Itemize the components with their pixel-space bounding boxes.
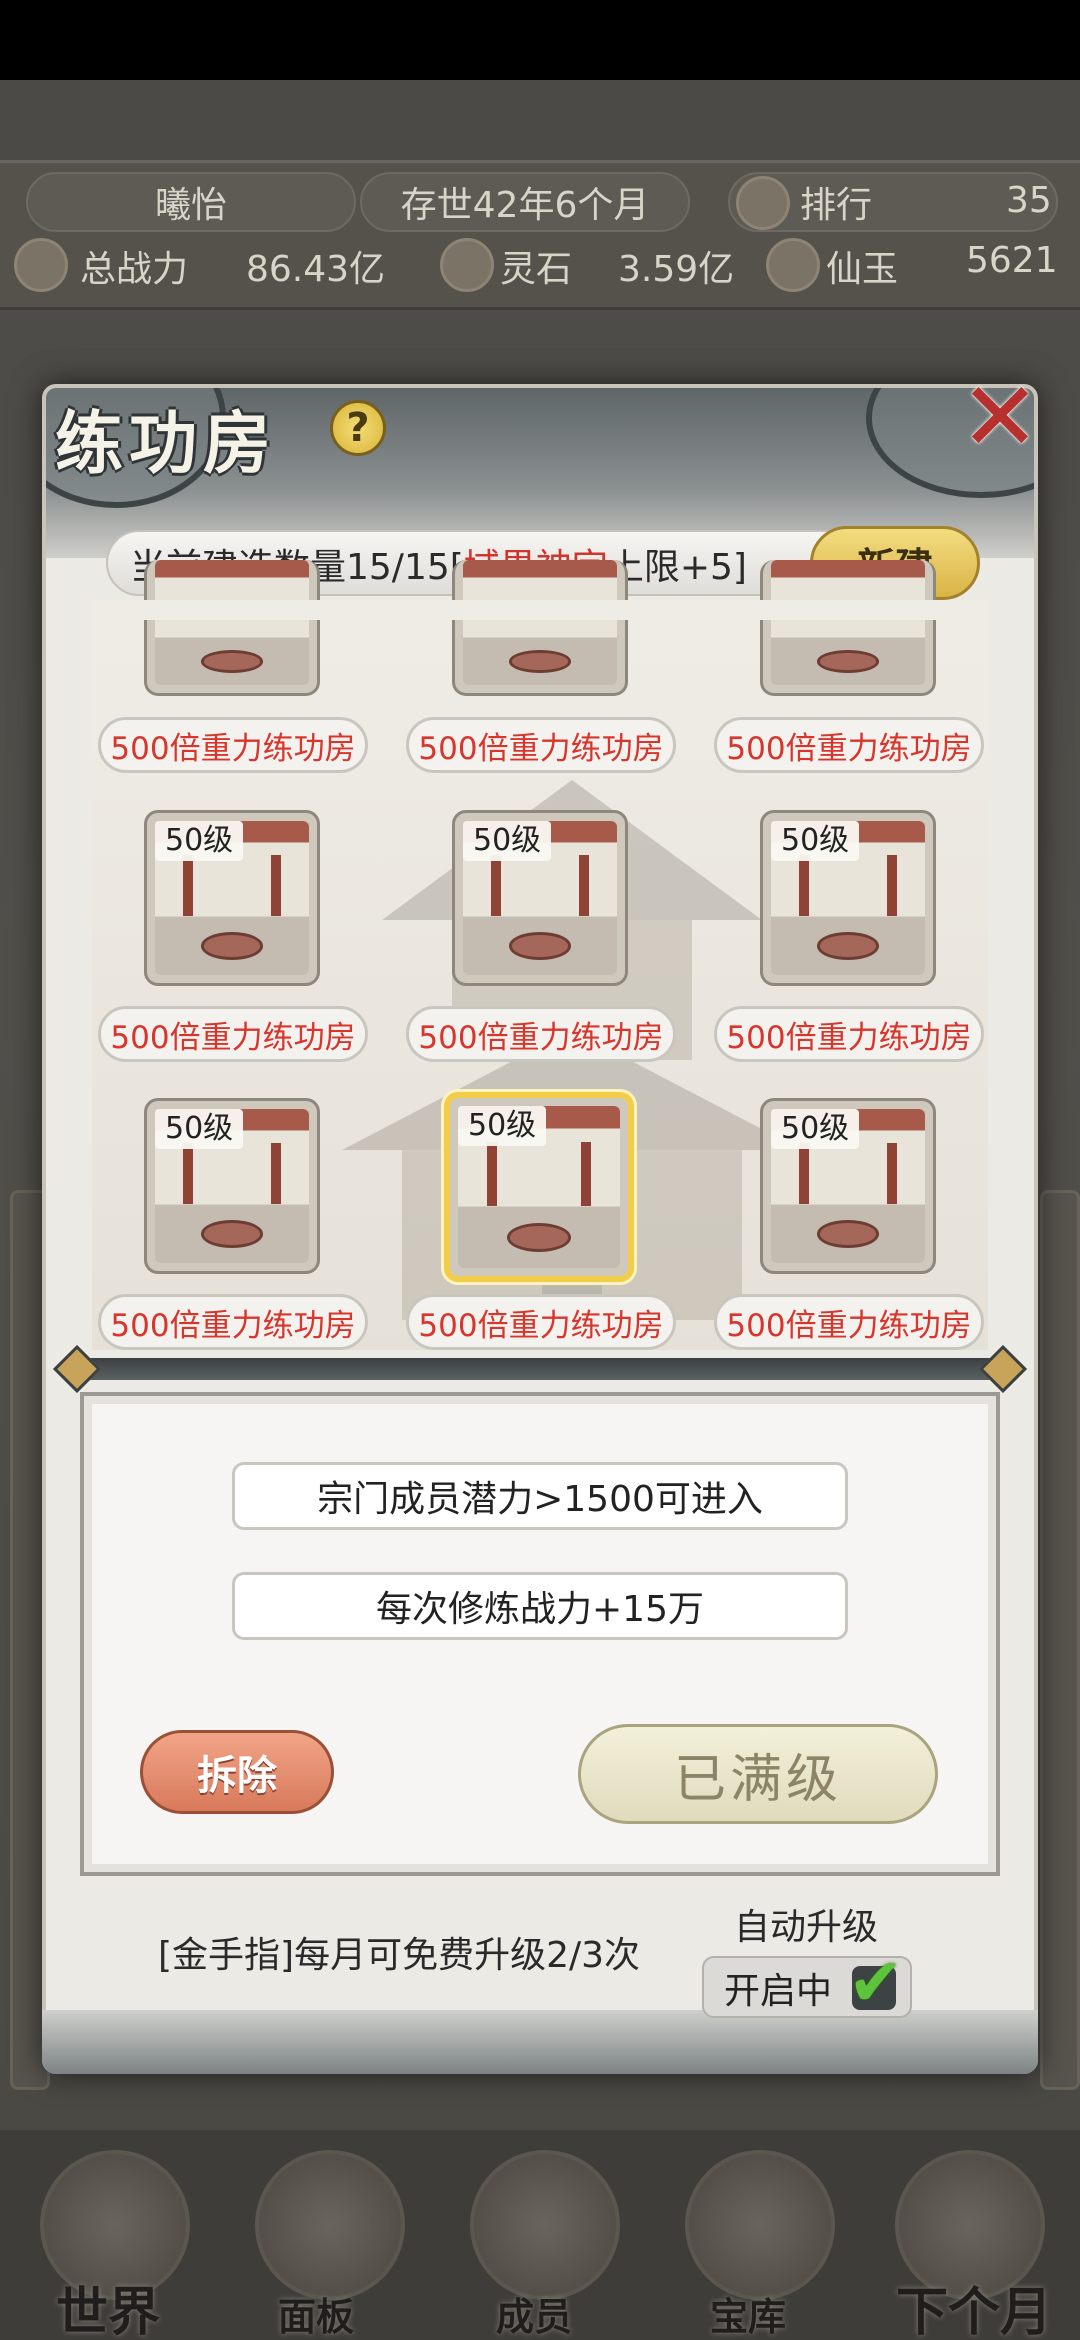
- room-pillar: [182, 1142, 193, 1205]
- room-8-selected[interactable]: 50级: [444, 1092, 634, 1282]
- auto-upgrade-label: 自动升级: [734, 1907, 879, 1948]
- room-rug: [509, 931, 571, 960]
- power-label: 总战力: [80, 249, 189, 290]
- checkmark-icon: ✔: [848, 1944, 904, 2021]
- room-2[interactable]: [452, 560, 628, 696]
- nav-panel[interactable]: 面板: [278, 2286, 354, 2340]
- room-level-badge: 50级: [771, 821, 860, 861]
- room-rug: [506, 1222, 572, 1252]
- room-level-badge: 50级: [463, 821, 552, 861]
- treasury-icon[interactable]: [685, 2150, 835, 2300]
- grid-top-mask: [92, 600, 988, 620]
- spirit-stone-label: 灵石: [500, 249, 573, 290]
- room-7[interactable]: 50级: [144, 1098, 320, 1274]
- room-4-label[interactable]: 500倍重力练功房: [98, 1006, 368, 1062]
- auto-upgrade-state: 开启中: [724, 1971, 833, 2012]
- nav-treasury[interactable]: 宝库: [710, 2286, 786, 2340]
- room-2-label[interactable]: 500倍重力练功房: [406, 717, 676, 773]
- nav-world[interactable]: 世界: [56, 2270, 160, 2340]
- max-level-button[interactable]: 已满级: [578, 1724, 938, 1824]
- room-pillar: [798, 854, 809, 917]
- room-4[interactable]: 50级: [144, 810, 320, 986]
- room-rug: [817, 1219, 879, 1248]
- spirit-stone-value: 3.59亿: [618, 249, 735, 290]
- room-1[interactable]: [144, 560, 320, 696]
- status-bar: [0, 0, 1080, 80]
- room-pillar: [182, 854, 193, 917]
- room-9[interactable]: 50级: [760, 1098, 936, 1274]
- bonus-text: 每次修炼战力+15万: [232, 1572, 848, 1640]
- rank-label: 排行: [800, 185, 873, 226]
- room-7-label[interactable]: 500倍重力练功房: [98, 1294, 368, 1350]
- members-icon[interactable]: [470, 2150, 620, 2300]
- room-rug: [201, 650, 263, 673]
- room-pillar: [580, 1141, 591, 1207]
- room-rug: [201, 931, 263, 960]
- rank-icon: [736, 176, 790, 230]
- room-rug: [509, 650, 571, 673]
- room-pillar: [271, 1142, 282, 1205]
- room-pillar: [487, 1141, 498, 1207]
- section-divider: [66, 1358, 1014, 1380]
- room-8-label[interactable]: 500倍重力练功房: [406, 1294, 676, 1350]
- jade-icon: [766, 238, 820, 292]
- room-pillar: [887, 854, 898, 917]
- power-icon: [14, 238, 68, 292]
- jade-value: 5621: [966, 240, 1058, 281]
- room-rug: [817, 650, 879, 673]
- room-3-label[interactable]: 500倍重力练功房: [714, 717, 984, 773]
- nav-next-month[interactable]: 下个月: [896, 2270, 1052, 2340]
- help-icon[interactable]: ?: [330, 400, 386, 456]
- room-pillar: [490, 854, 501, 917]
- jade-label: 仙玉: [826, 249, 899, 290]
- room-6[interactable]: 50级: [760, 810, 936, 986]
- room-rug: [817, 931, 879, 960]
- room-pillar: [271, 854, 282, 917]
- demolish-button[interactable]: 拆除: [140, 1730, 334, 1814]
- room-level-badge: 50级: [458, 1106, 547, 1146]
- room-6-label[interactable]: 500倍重力练功房: [714, 1006, 984, 1062]
- build-count-suffix: 上限+5]: [607, 547, 747, 588]
- player-name: 曦怡: [26, 172, 356, 232]
- room-art: [155, 560, 309, 685]
- free-upgrade-note: [金手指]每月可免费升级2/3次: [158, 1935, 641, 1976]
- panel-icon[interactable]: [255, 2150, 405, 2300]
- player-age: 存世42年6个月: [360, 172, 690, 232]
- room-5[interactable]: 50级: [452, 810, 628, 986]
- modal-title: 练功房: [55, 404, 278, 484]
- requirement-text: 宗门成员潜力>1500可进入: [232, 1462, 848, 1530]
- room-pillar: [887, 1142, 898, 1205]
- room-5-label[interactable]: 500倍重力练功房: [406, 1006, 676, 1062]
- spirit-stone-icon: [440, 238, 494, 292]
- room-9-label[interactable]: 500倍重力练功房: [714, 1294, 984, 1350]
- room-level-badge: 50级: [771, 1109, 860, 1149]
- power-value: 86.43亿: [246, 249, 386, 290]
- rank-value: 35: [1006, 180, 1052, 221]
- room-pillar: [798, 1142, 809, 1205]
- room-1-label[interactable]: 500倍重力练功房: [98, 717, 368, 773]
- room-art: [771, 560, 925, 685]
- background-panel-right: [1040, 1190, 1080, 2090]
- close-icon[interactable]: ✕: [955, 369, 1045, 465]
- room-rug: [201, 1219, 263, 1248]
- room-pillar: [579, 854, 590, 917]
- room-level-badge: 50级: [155, 821, 244, 861]
- room-level-badge: 50级: [155, 1109, 244, 1149]
- room-3[interactable]: [760, 560, 936, 696]
- room-art: [463, 560, 617, 685]
- nav-members[interactable]: 成员: [496, 2286, 572, 2340]
